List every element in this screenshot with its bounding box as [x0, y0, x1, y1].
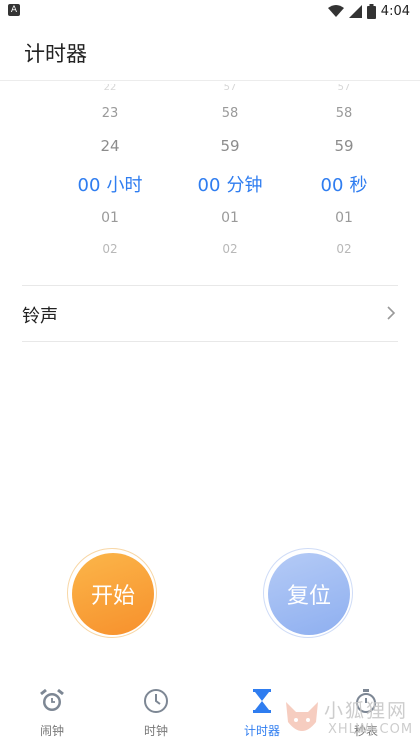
picker-value: 57	[223, 84, 237, 92]
ringtone-row[interactable]: 铃声	[22, 286, 398, 341]
reset-button[interactable]: 复位	[268, 553, 350, 635]
watermark-url: XHLWJ.COM	[328, 722, 414, 737]
picker-value: 01	[221, 210, 239, 226]
picker-value: 23	[101, 106, 119, 121]
app-header: 计时器	[0, 22, 420, 81]
selected-hours: 00 小时	[50, 171, 170, 197]
watermark: 小狐狸网 XHLWJ.COM	[282, 694, 420, 744]
fox-logo-icon	[286, 702, 318, 731]
selected-minutes-value: 00	[197, 175, 221, 196]
battery-icon	[366, 3, 376, 19]
start-button[interactable]: 开始	[72, 553, 154, 635]
seconds-column[interactable]: 57 58 59 00 秒 01 02	[284, 82, 404, 262]
tab-alarm-label: 闹钟	[39, 724, 64, 738]
picker-value: 58	[221, 106, 239, 121]
selected-hours-value: 00	[77, 175, 101, 196]
tab-clock[interactable]: 时钟	[116, 686, 196, 744]
time-picker[interactable]: 22 23 24 00 小时 01 02 57 58 59 00 分钟 01 02 …	[0, 82, 420, 262]
wifi-icon	[327, 4, 344, 17]
signal-icon	[348, 4, 362, 18]
clock-icon	[144, 689, 168, 713]
start-button-ring: 开始	[67, 548, 157, 638]
status-bar: A 4:04	[0, 0, 420, 22]
hours-column[interactable]: 22 23 24 00 小时 01 02	[50, 82, 170, 262]
selected-seconds: 00 秒	[284, 171, 404, 197]
status-right: 4:04	[327, 2, 410, 20]
picker-value: 02	[222, 242, 238, 256]
tab-clock-label: 时钟	[143, 724, 168, 738]
chevron-right-icon	[387, 306, 396, 320]
picker-value: 59	[220, 137, 240, 155]
notification-icon: A	[8, 4, 20, 16]
picker-value: 58	[335, 106, 353, 121]
picker-value: 59	[334, 137, 354, 155]
picker-value: 22	[103, 84, 117, 92]
picker-value: 57	[337, 84, 351, 92]
picker-value: 01	[101, 210, 119, 226]
selected-seconds-value: 00	[320, 175, 344, 196]
reset-button-ring: 复位	[263, 548, 353, 638]
status-time: 4:04	[380, 3, 410, 19]
hourglass-icon	[253, 689, 271, 713]
picker-value: 24	[100, 137, 120, 155]
ringtone-label: 铃声	[22, 306, 58, 327]
minutes-unit: 分钟	[226, 175, 263, 196]
divider	[22, 341, 398, 342]
page-title: 计时器	[24, 42, 87, 66]
picker-value: 02	[336, 242, 352, 256]
watermark-text: 小狐狸网	[324, 700, 409, 722]
seconds-unit: 秒	[349, 175, 368, 196]
minutes-column[interactable]: 57 58 59 00 分钟 01 02	[170, 82, 290, 262]
picker-value: 01	[335, 210, 353, 226]
picker-value: 02	[102, 242, 118, 256]
tab-alarm[interactable]: 闹钟	[12, 686, 92, 744]
selected-minutes: 00 分钟	[170, 171, 290, 197]
alarm-clock-icon	[40, 688, 64, 711]
hours-unit: 小时	[106, 175, 143, 196]
